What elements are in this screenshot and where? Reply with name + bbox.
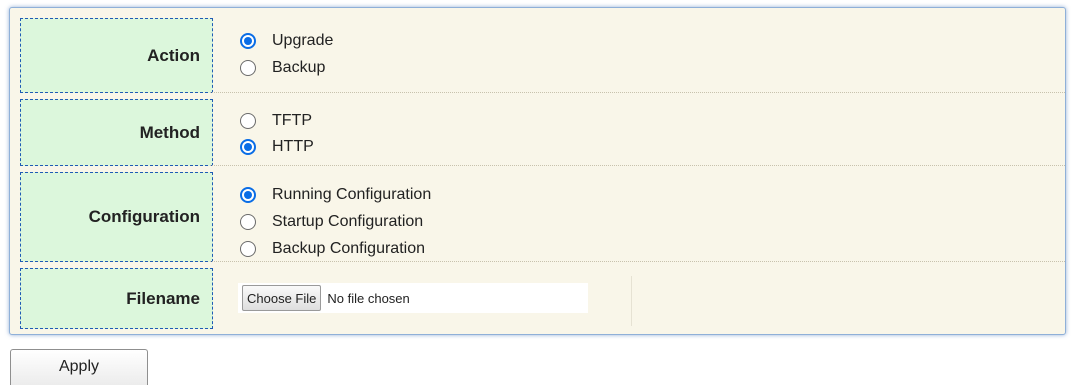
configuration-row: Configuration Running Configuration Star… bbox=[10, 165, 1065, 262]
file-input[interactable]: Choose File No file chosen bbox=[238, 283, 588, 313]
radio-button-running-configuration[interactable] bbox=[240, 187, 256, 203]
radio-button-tftp[interactable] bbox=[240, 113, 256, 129]
config-form-panel: Action Upgrade Backup Method TFTP HTTP C… bbox=[9, 7, 1066, 335]
radio-option-backup-configuration[interactable]: Backup Configuration bbox=[240, 237, 425, 261]
filename-row: Filename Choose File No file chosen bbox=[10, 261, 1065, 334]
choose-file-button[interactable]: Choose File bbox=[242, 285, 322, 311]
method-row: Method TFTP HTTP bbox=[10, 92, 1065, 166]
radio-option-running-configuration[interactable]: Running Configuration bbox=[240, 183, 431, 207]
radio-button-http[interactable] bbox=[240, 139, 256, 155]
radio-option-startup-configuration[interactable]: Startup Configuration bbox=[240, 210, 423, 234]
option-label-running-configuration: Running Configuration bbox=[272, 186, 432, 203]
option-label-http: HTTP bbox=[272, 138, 314, 155]
cell-divider bbox=[631, 276, 632, 326]
radio-button-startup-configuration[interactable] bbox=[240, 214, 256, 230]
radio-option-backup[interactable]: Backup bbox=[240, 56, 325, 80]
action-label: Action bbox=[20, 18, 213, 93]
option-label-backup-configuration: Backup Configuration bbox=[272, 240, 425, 257]
radio-option-tftp[interactable]: TFTP bbox=[240, 109, 312, 133]
option-label-backup: Backup bbox=[272, 59, 326, 76]
filename-label: Filename bbox=[20, 268, 213, 329]
option-label-startup-configuration: Startup Configuration bbox=[272, 213, 424, 230]
option-label-upgrade: Upgrade bbox=[272, 32, 334, 49]
method-label: Method bbox=[20, 99, 213, 166]
option-label-tftp: TFTP bbox=[272, 112, 312, 129]
configuration-label: Configuration bbox=[20, 172, 213, 262]
radio-button-backup-configuration[interactable] bbox=[240, 241, 256, 257]
apply-button[interactable]: Apply bbox=[10, 349, 148, 385]
action-row: Action Upgrade Backup bbox=[10, 8, 1065, 93]
radio-button-upgrade[interactable] bbox=[240, 33, 256, 49]
radio-option-upgrade[interactable]: Upgrade bbox=[240, 29, 333, 53]
file-status-text: No file chosen bbox=[327, 290, 410, 306]
radio-option-http[interactable]: HTTP bbox=[240, 135, 314, 159]
radio-button-backup[interactable] bbox=[240, 60, 256, 76]
